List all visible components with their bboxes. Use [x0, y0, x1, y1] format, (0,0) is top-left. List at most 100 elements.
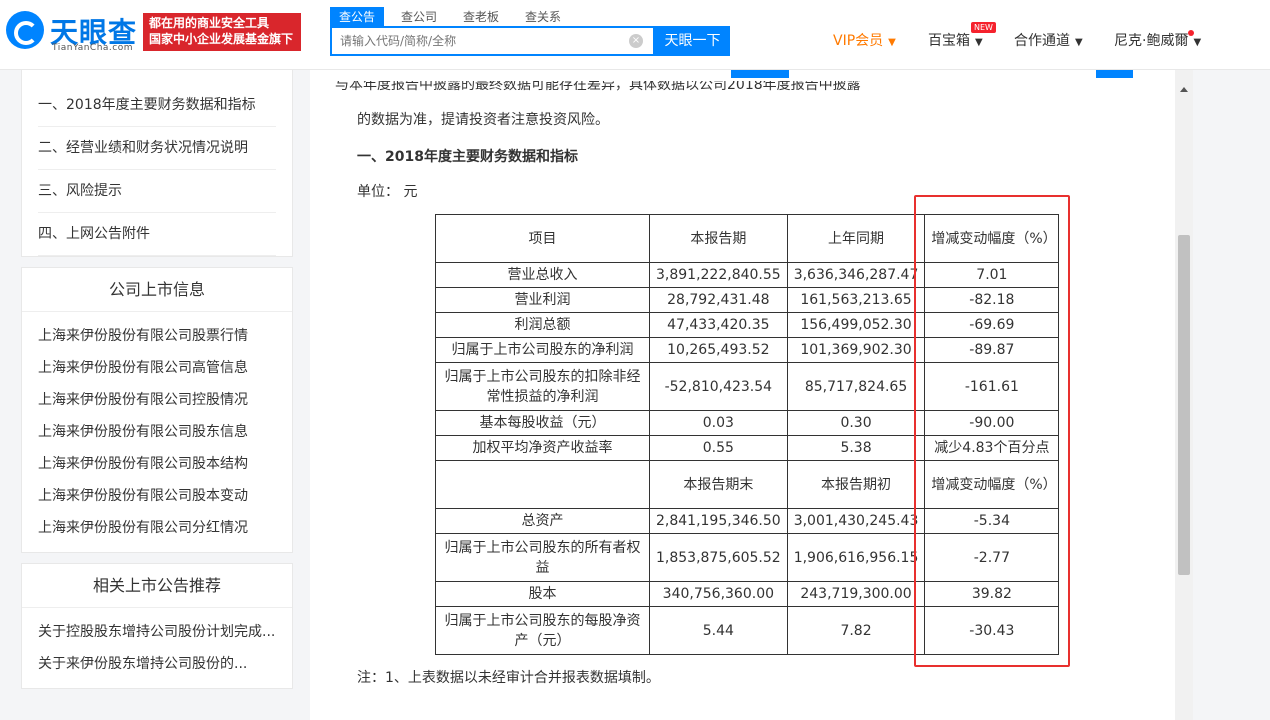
search-button[interactable]: 天眼一下	[655, 26, 730, 56]
table-cell: 本报告期初	[786, 460, 926, 509]
toc-list: 一、2018年度主要财务数据和指标 二、经营业绩和财务状况情况说明 三、风险提示…	[22, 70, 292, 256]
tab-announcement[interactable]: 查公告	[330, 7, 385, 27]
slogan-line-1: 都在用的商业安全工具	[149, 16, 270, 30]
table-cell: 7.82	[786, 606, 926, 655]
table-cell: 本报告期末	[649, 460, 788, 509]
table-row: 归属于上市公司股东的净利润 10,265,493.52 101,369,902.30…	[435, 337, 1060, 363]
list-item[interactable]: 关于来伊份股东增持公司股份的...	[38, 648, 276, 680]
table-cell: 本报告期	[649, 214, 788, 263]
list-item[interactable]: 上海来伊份股份有限公司控股情况	[38, 384, 276, 416]
listing-info-panel: 公司上市信息 上海来伊份股份有限公司股票行情 上海来伊份股份有限公司高管信息 上…	[21, 267, 293, 553]
table-row: 总资产 2,841,195,346.50 3,001,430,245.43 -5.34	[435, 508, 1060, 534]
table-cell: 基本每股收益（元）	[435, 410, 650, 436]
list-item[interactable]: 上海来伊份股份有限公司高管信息	[38, 352, 276, 384]
toc-item[interactable]: 一、2018年度主要财务数据和指标	[38, 84, 276, 127]
chevron-down-icon: ▼	[888, 37, 896, 48]
table-row: 营业利润 28,792,431.48 161,563,213.65 -82.18	[435, 287, 1060, 313]
chevron-down-icon: ▼	[1193, 37, 1202, 48]
table-cell: 增减变动幅度（%）	[924, 460, 1060, 509]
table-cell: 2,841,195,346.50	[649, 508, 788, 534]
table-cell: 5.38	[786, 435, 926, 461]
table-row: 归属于上市公司股东的所有者权益 1,853,875,605.52 1,906,616…	[435, 533, 1060, 582]
table-cell: 5.44	[649, 606, 788, 655]
table-cell: 3,891,222,840.55	[649, 262, 788, 288]
search-input[interactable]	[332, 28, 622, 54]
table-cell: -2.77	[924, 533, 1060, 582]
table-cell: 243,719,300.00	[786, 581, 926, 607]
notification-dot	[1188, 30, 1194, 36]
toc-item[interactable]: 三、风险提示	[38, 170, 276, 213]
chevron-down-icon: ▼	[975, 37, 983, 48]
list-item[interactable]: 关于控股股东增持公司股份计划完成...	[38, 616, 276, 648]
table-row: 营业总收入 3,891,222,840.55 3,636,346,287.47 7.0…	[435, 262, 1060, 288]
table-row: 加权平均净资产收益率 0.55 5.38 减少4.83个百分点	[435, 435, 1060, 461]
toc-item[interactable]: 二、经营业绩和财务状况情况说明	[38, 127, 276, 170]
table-cell: 0.03	[649, 410, 788, 436]
table-cell: 增减变动幅度（%）	[924, 214, 1060, 263]
sidebar: 一、2018年度主要财务数据和指标 二、经营业绩和财务状况情况说明 三、风险提示…	[21, 70, 293, 699]
slogan-line-2: 国家中小企业发展基金旗下	[149, 32, 294, 46]
clear-icon[interactable]: ×	[629, 34, 643, 48]
toc-item[interactable]: 四、上网公告附件	[38, 213, 276, 256]
table-cell: 股本	[435, 581, 650, 607]
table-cell: 归属于上市公司股东的净利润	[435, 337, 650, 363]
baibao-label: 百宝箱	[928, 33, 970, 49]
list-item[interactable]: 上海来伊份股份有限公司股东信息	[38, 416, 276, 448]
table-cell: 28,792,431.48	[649, 287, 788, 313]
logo-subtitle: TianYanCha.com	[52, 43, 134, 53]
list-item[interactable]: 上海来伊份股份有限公司股票行情	[38, 320, 276, 352]
announcement-content: 与本年度报告中披露的最终数据可能存在差异，具体数据以公司2018年度报告中披露 …	[310, 70, 1175, 720]
floating-button-fragment[interactable]	[731, 70, 789, 78]
unit-label: 单位： 元	[357, 184, 418, 200]
tab-relation[interactable]: 查关系	[516, 7, 570, 27]
table-row: 归属于上市公司股东的扣除非经常性损益的净利润 -52,810,423.54 85,7…	[435, 362, 1060, 411]
slogan-banner[interactable]: 都在用的商业安全工具 国家中小企业发展基金旗下	[143, 13, 301, 51]
table-cell: 营业利润	[435, 287, 650, 313]
table-cell: 156,499,052.30	[786, 312, 926, 338]
related-announcements-panel: 相关上市公告推荐 关于控股股东增持公司股份计划完成... 关于来伊份股东增持公司…	[21, 563, 293, 689]
vip-menu[interactable]: VIP会员 ▼	[833, 30, 896, 50]
table-cell: 归属于上市公司股东的每股净资产（元）	[435, 606, 650, 655]
table-cell: 0.30	[786, 410, 926, 436]
paragraph-text: 的数据为准，提请投资者注意投资风险。	[357, 112, 609, 128]
related-links: 关于控股股东增持公司股份计划完成... 关于来伊份股东增持公司股份的...	[22, 608, 292, 688]
table-cell: 3,001,430,245.43	[786, 508, 926, 534]
list-item[interactable]: 上海来伊份股份有限公司股本结构	[38, 448, 276, 480]
scroll-thumb[interactable]	[1178, 235, 1190, 575]
list-item[interactable]: 上海来伊份股份有限公司股本变动	[38, 480, 276, 512]
table-cell: 利润总额	[435, 312, 650, 338]
listing-info-title: 公司上市信息	[22, 268, 292, 312]
table-cell: 10,265,493.52	[649, 337, 788, 363]
table-cell	[435, 460, 650, 509]
table-cell: -5.34	[924, 508, 1060, 534]
tab-boss[interactable]: 查老板	[454, 7, 508, 27]
table-cell: 340,756,360.00	[649, 581, 788, 607]
table-cell: 161,563,213.65	[786, 287, 926, 313]
table-cell: 归属于上市公司股东的扣除非经常性损益的净利润	[435, 362, 650, 411]
table-note: 注：1、上表数据以未经审计合并报表数据填制。	[357, 670, 660, 686]
table-row: 利润总额 47,433,420.35 156,499,052.30 -69.69	[435, 312, 1060, 338]
table-cell: -82.18	[924, 287, 1060, 313]
list-item[interactable]: 上海来伊份股份有限公司分红情况	[38, 512, 276, 544]
table-cell: -90.00	[924, 410, 1060, 436]
scroll-up-arrow-icon[interactable]	[1180, 87, 1188, 92]
table-header-row: 项目 本报告期 上年同期 增减变动幅度（%）	[435, 214, 1060, 263]
scrollbar[interactable]	[1175, 70, 1193, 720]
floating-button-fragment[interactable]	[1096, 70, 1133, 78]
table-cell: 3,636,346,287.47	[786, 262, 926, 288]
listing-links: 上海来伊份股份有限公司股票行情 上海来伊份股份有限公司高管信息 上海来伊份股份有…	[22, 312, 292, 552]
related-announcements-title: 相关上市公告推荐	[22, 564, 292, 608]
table-cell: 上年同期	[786, 214, 926, 263]
table-cell: 1,906,616,956.15	[786, 533, 926, 582]
tab-company[interactable]: 查公司	[392, 7, 446, 27]
table-cell: 减少4.83个百分点	[924, 435, 1060, 461]
tianyancha-logo[interactable]: 天眼查 TianYanCha.com	[6, 9, 136, 55]
user-name: 尼克·鲍威爾	[1114, 33, 1189, 49]
table-cell: 营业总收入	[435, 262, 650, 288]
table-cell: 47,433,420.35	[649, 312, 788, 338]
cooperation-menu[interactable]: 合作通道 ▼	[1014, 30, 1083, 50]
table-cell: 85,717,824.65	[786, 362, 926, 411]
baibao-menu[interactable]: 百宝箱 ▼	[928, 30, 983, 50]
table-cell: -161.61	[924, 362, 1060, 411]
table-cell: 总资产	[435, 508, 650, 534]
